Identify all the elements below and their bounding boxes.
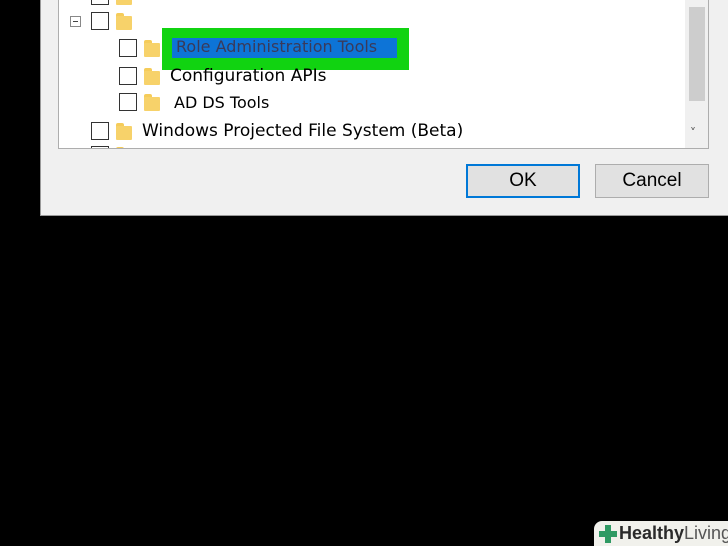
checkbox[interactable]: [119, 39, 137, 57]
folder-icon: [144, 93, 160, 111]
collapse-icon[interactable]: [70, 16, 81, 27]
checkbox[interactable]: [119, 93, 137, 111]
folder-icon: [116, 12, 132, 30]
tree-item-label-selected: Role Administration Tools: [176, 37, 378, 56]
checkbox[interactable]: [91, 146, 109, 148]
folder-icon: [116, 122, 132, 140]
logo-text-living: Living: [684, 523, 728, 543]
checkbox[interactable]: [91, 12, 109, 30]
tree-item-windows-projected-file-system[interactable]: Windows Projected File System (Beta): [91, 118, 463, 144]
tree-item-role-administration-tools[interactable]: [119, 35, 160, 61]
folder-icon: [116, 146, 132, 148]
folder-icon: [144, 39, 160, 57]
chevron-down-icon[interactable]: ˅: [690, 126, 696, 140]
scrollbar-thumb[interactable]: [689, 7, 705, 101]
tree-item-label: Configuration APIs: [170, 66, 327, 86]
tree-item-partial-bottom[interactable]: [91, 142, 132, 148]
folder-icon: [116, 0, 132, 5]
checkbox[interactable]: [91, 122, 109, 140]
ok-button[interactable]: OK: [466, 164, 580, 198]
checkbox[interactable]: [119, 67, 137, 85]
tree-item-parent[interactable]: [91, 8, 142, 34]
logo-text: HealthyLiving: [619, 523, 728, 544]
logo-text-healthy: Healthy: [619, 523, 685, 543]
windows-features-dialog: Role Administration Tools Configuration …: [40, 0, 728, 216]
plus-icon: [599, 525, 617, 543]
tree-item-label: Windows Projected File System (Beta): [142, 121, 464, 141]
features-tree[interactable]: Role Administration Tools Configuration …: [58, 0, 709, 149]
vertical-scrollbar[interactable]: ˅: [685, 0, 708, 148]
tree-item-configuration-apis[interactable]: Configuration APIs: [119, 63, 326, 89]
folder-icon: [144, 67, 160, 85]
tree-item-ad-ds-tools[interactable]: AD DS Tools: [119, 89, 269, 115]
tree-item-label: AD DS Tools: [174, 92, 270, 112]
cancel-button[interactable]: Cancel: [595, 164, 709, 198]
healthy-living-logo: HealthyLiving: [594, 521, 728, 546]
checkbox[interactable]: [91, 0, 109, 5]
